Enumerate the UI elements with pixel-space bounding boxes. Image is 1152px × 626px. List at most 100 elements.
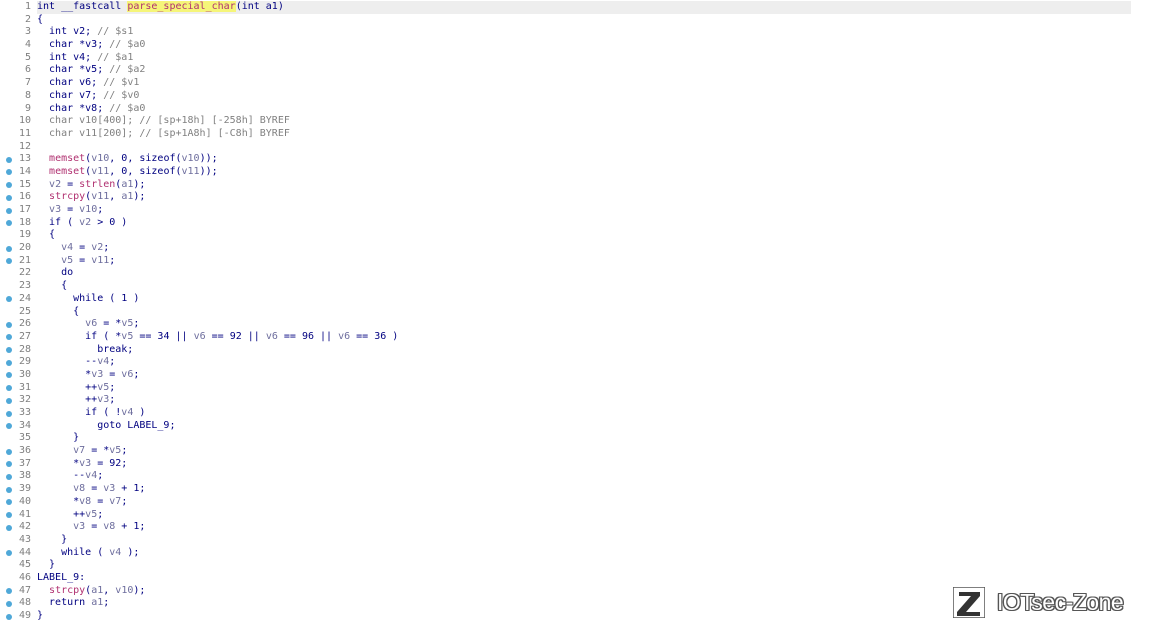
code-line[interactable]: 42 v3 = v8 + 1; xyxy=(0,521,1152,534)
code-line[interactable]: 37 *v3 = 92; xyxy=(0,458,1152,471)
code-token: memset xyxy=(49,165,86,177)
line-number: 4 xyxy=(24,39,31,51)
line-number: 26 xyxy=(18,318,31,330)
code-text: *v3 = 92; xyxy=(37,458,127,471)
code-line[interactable]: 35 } xyxy=(0,432,1152,445)
line-number: 22 xyxy=(18,267,31,279)
line-number: 1 xyxy=(24,1,31,12)
code-text: v5 = v11; xyxy=(37,255,115,268)
code-line[interactable]: 15 v2 = strlen(a1); xyxy=(0,179,1152,192)
code-line[interactable]: 25 { xyxy=(0,306,1152,319)
code-text: --v4; xyxy=(37,470,103,483)
code-line[interactable]: 7 char v6; // $v1 xyxy=(0,77,1152,90)
code-token: v4 xyxy=(85,470,98,482)
code-line[interactable]: 46 LABEL_9: xyxy=(0,572,1152,585)
code-token: v5 xyxy=(121,318,134,330)
code-token: } xyxy=(37,533,68,545)
code-token: char *v8; xyxy=(37,102,110,114)
code-line[interactable]: 26 v6 = *v5; xyxy=(0,318,1152,331)
code-line[interactable]: 3 int v2; // $s1 xyxy=(0,26,1152,39)
code-line[interactable]: 1 int __fastcall parse_special_char(int a… xyxy=(0,1,1152,14)
code-line[interactable]: 30 *v3 = v6; xyxy=(0,369,1152,382)
code-token: v3 xyxy=(79,457,92,469)
code-token: v10 xyxy=(181,153,200,165)
watermark-text: IOTsec-Zone xyxy=(997,589,1124,615)
code-token: , xyxy=(103,584,116,596)
code-token: = * xyxy=(97,318,122,330)
code-line[interactable]: 10 char v10[400]; // [sp+18h] [-258h] BY… xyxy=(0,115,1152,128)
code-line[interactable]: 2{ xyxy=(0,14,1152,27)
code-token: v10 xyxy=(115,584,134,596)
code-line[interactable]: 45 } xyxy=(0,559,1152,572)
code-line[interactable]: 16 strcpy(v11, a1); xyxy=(0,191,1152,204)
code-token: { xyxy=(37,13,44,25)
code-line[interactable]: 31 ++v5; xyxy=(0,382,1152,395)
code-line[interactable]: 8 char v7; // $v0 xyxy=(0,90,1152,103)
code-line[interactable]: 12 xyxy=(0,141,1152,154)
code-token: char v10[400]; // [sp+18h] [-258h] BYREF xyxy=(37,115,290,127)
code-line[interactable]: 23 { xyxy=(0,280,1152,293)
code-token: ; xyxy=(121,495,128,507)
code-line[interactable]: 14 memset(v11, 0, sizeof(v11)); xyxy=(0,166,1152,179)
code-line[interactable]: 4 char *v3; // $a0 xyxy=(0,39,1152,52)
code-line[interactable]: 21 v5 = v11; xyxy=(0,255,1152,268)
code-token: // $s1 xyxy=(97,26,134,38)
line-number: 14 xyxy=(18,165,31,177)
code-line[interactable]: 18 if ( v2 > 0 ) xyxy=(0,217,1152,230)
code-line[interactable]: 38 --v4; xyxy=(0,470,1152,483)
code-line[interactable]: 11 char v11[200]; // [sp+1A8h] [-C8h] BY… xyxy=(0,128,1152,141)
code-line[interactable]: 40 *v8 = v7; xyxy=(0,496,1152,509)
code-token: ; xyxy=(109,254,116,266)
code-line[interactable]: 13 memset(v10, 0, sizeof(v10)); xyxy=(0,153,1152,166)
line-number: 40 xyxy=(18,495,31,507)
code-text: ++v3; xyxy=(37,394,115,407)
code-line[interactable]: 44 while ( v4 ); xyxy=(0,547,1152,560)
code-line[interactable]: 24 while ( 1 ) xyxy=(0,293,1152,306)
code-token: v8 xyxy=(79,495,92,507)
code-line[interactable]: 39 v8 = v3 + 1; xyxy=(0,483,1152,496)
code-token: ; xyxy=(97,204,104,215)
code-line[interactable]: 27 if ( *v5 == 34 || v6 == 92 || v6 == 9… xyxy=(0,331,1152,344)
code-token: char v7; xyxy=(37,89,104,101)
code-token: ; xyxy=(121,445,128,457)
line-number: 21 xyxy=(18,254,31,266)
line-number: 15 xyxy=(18,178,31,190)
code-line[interactable]: 41 ++v5; xyxy=(0,509,1152,522)
code-token: return xyxy=(37,597,92,609)
code-text: *v8 = v7; xyxy=(37,496,127,509)
code-line[interactable]: 22 do xyxy=(0,267,1152,280)
line-number: 48 xyxy=(18,597,31,609)
code-token: ; xyxy=(97,508,104,520)
code-line[interactable]: 20 v4 = v2; xyxy=(0,242,1152,255)
code-token: == 92 || xyxy=(205,330,266,342)
code-line[interactable]: 32 ++v3; xyxy=(0,394,1152,407)
code-text: { xyxy=(37,280,67,293)
code-token: v5 xyxy=(121,330,134,342)
code-line[interactable]: 19 { xyxy=(0,229,1152,242)
code-token: v11 xyxy=(181,165,200,177)
code-token: v7 xyxy=(73,445,86,457)
code-token: int v2; xyxy=(37,26,98,38)
line-number: 24 xyxy=(18,292,31,304)
line-number: 30 xyxy=(18,368,31,380)
code-line[interactable]: 6 char *v5; // $a2 xyxy=(0,64,1152,77)
code-line[interactable]: 34 goto LABEL_9; xyxy=(0,420,1152,433)
code-line[interactable]: 33 if ( !v4 ) xyxy=(0,407,1152,420)
code-token: ); xyxy=(133,584,146,596)
code-token: a1 xyxy=(121,178,134,190)
code-line[interactable]: 9 char *v8; // $a0 xyxy=(0,103,1152,116)
line-number: 18 xyxy=(18,216,31,228)
decompiler-code-view[interactable]: 1 int __fastcall parse_special_char(int a… xyxy=(0,1,1152,623)
code-line[interactable]: 28 break; xyxy=(0,344,1152,357)
code-line[interactable]: 17 v3 = v10; xyxy=(0,204,1152,217)
code-line[interactable]: 43 } xyxy=(0,534,1152,547)
code-line[interactable]: 5 int v4; // $a1 xyxy=(0,52,1152,65)
code-line[interactable]: 29 --v4; xyxy=(0,356,1152,369)
code-token: v5 xyxy=(85,508,98,520)
code-token: v11 xyxy=(91,165,110,177)
code-token: v6 xyxy=(338,330,351,342)
code-line[interactable]: 36 v7 = *v5; xyxy=(0,445,1152,458)
